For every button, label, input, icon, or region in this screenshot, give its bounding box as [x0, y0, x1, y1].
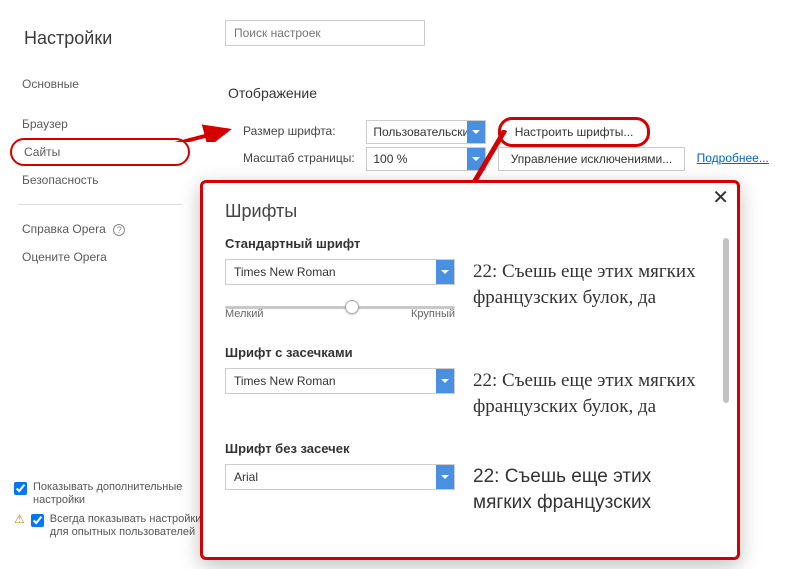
- search-input[interactable]: [225, 20, 425, 46]
- chevron-down-icon: [467, 148, 485, 170]
- slider-thumb[interactable]: [345, 300, 359, 314]
- search-wrap: [225, 20, 425, 46]
- sidebar-item-label: Справка Opera: [22, 222, 106, 236]
- configure-fonts-button[interactable]: Настроить шрифты...: [498, 117, 651, 147]
- sidebar-item-browser[interactable]: Браузер: [10, 110, 190, 138]
- show-advanced-checkbox[interactable]: [31, 514, 44, 527]
- zoom-value: 100 %: [373, 152, 407, 166]
- slider-max-label: Крупный: [411, 308, 455, 320]
- help-icon: ?: [113, 224, 125, 236]
- standard-font-value: Times New Roman: [234, 265, 336, 279]
- font-size-slider[interactable]: Мелкий Крупный: [225, 299, 455, 323]
- sidebar-item-general[interactable]: Основные: [10, 70, 190, 98]
- sans-font-preview: 22: Съешь еще этих мягких французских: [473, 464, 715, 515]
- standard-font-select[interactable]: Times New Roman: [225, 259, 455, 285]
- bottom-checkboxes: Показывать дополнительные настройки ⚠ Вс…: [14, 475, 204, 539]
- fonts-dialog: ✕ Шрифты Стандартный шрифт Times New Rom…: [200, 180, 740, 560]
- font-size-select[interactable]: Пользовательский: [366, 120, 486, 144]
- sans-font-select[interactable]: Arial: [225, 464, 455, 490]
- serif-font-block: Шрифт с засечками Times New Roman 22: Съ…: [225, 345, 715, 419]
- page-title: Настройки: [24, 28, 112, 49]
- sidebar-item-help[interactable]: Справка Opera ?: [10, 215, 190, 243]
- standard-font-preview: 22: Съешь еще этих мягких французских бу…: [473, 259, 715, 310]
- warning-icon: ⚠: [14, 513, 25, 526]
- checkbox-label: Показывать дополнительные настройки: [33, 481, 204, 507]
- scrollbar[interactable]: [723, 238, 729, 403]
- slider-min-label: Мелкий: [225, 308, 264, 320]
- font-size-label: Размер шрифта:: [243, 124, 363, 138]
- manage-exceptions-button[interactable]: Управление исключениями...: [498, 147, 686, 171]
- serif-font-label: Шрифт с засечками: [225, 345, 715, 360]
- row-zoom: Масштаб страницы: 100 % Управление исклю…: [243, 147, 769, 171]
- sidebar: Основные Браузер Сайты Безопасность Спра…: [10, 70, 190, 271]
- standard-font-block: Стандартный шрифт Times New Roman Мелкий…: [225, 236, 715, 323]
- chevron-down-icon: [467, 121, 485, 143]
- zoom-select[interactable]: 100 %: [366, 147, 486, 171]
- serif-font-select[interactable]: Times New Roman: [225, 368, 455, 394]
- row-font-size: Размер шрифта: Пользовательский Настроит…: [243, 117, 650, 147]
- sans-font-label: Шрифт без засечек: [225, 441, 715, 456]
- sans-font-block: Шрифт без засечек Arial 22: Съешь еще эт…: [225, 441, 715, 515]
- show-additional-checkbox[interactable]: [14, 482, 27, 495]
- serif-font-value: Times New Roman: [234, 374, 336, 388]
- sidebar-item-sites[interactable]: Сайты: [10, 138, 190, 166]
- learn-more-link[interactable]: Подробнее...: [697, 151, 769, 165]
- sidebar-item-security[interactable]: Безопасность: [10, 166, 190, 194]
- close-icon[interactable]: ✕: [712, 188, 729, 208]
- dialog-title: Шрифты: [225, 201, 715, 222]
- chevron-down-icon: [436, 465, 454, 489]
- chevron-down-icon: [436, 369, 454, 393]
- sans-font-value: Arial: [234, 470, 258, 484]
- checkbox-label: Всегда показывать настройки для опытных …: [50, 513, 204, 539]
- standard-font-label: Стандартный шрифт: [225, 236, 715, 251]
- zoom-label: Масштаб страницы:: [243, 151, 363, 165]
- serif-font-preview: 22: Съешь еще этих мягких французских бу…: [473, 368, 715, 419]
- sidebar-divider: [18, 204, 182, 205]
- section-title: Отображение: [228, 85, 317, 101]
- font-size-value: Пользовательский: [373, 125, 476, 139]
- sidebar-item-rate[interactable]: Оцените Opera: [10, 243, 190, 271]
- chevron-down-icon: [436, 260, 454, 284]
